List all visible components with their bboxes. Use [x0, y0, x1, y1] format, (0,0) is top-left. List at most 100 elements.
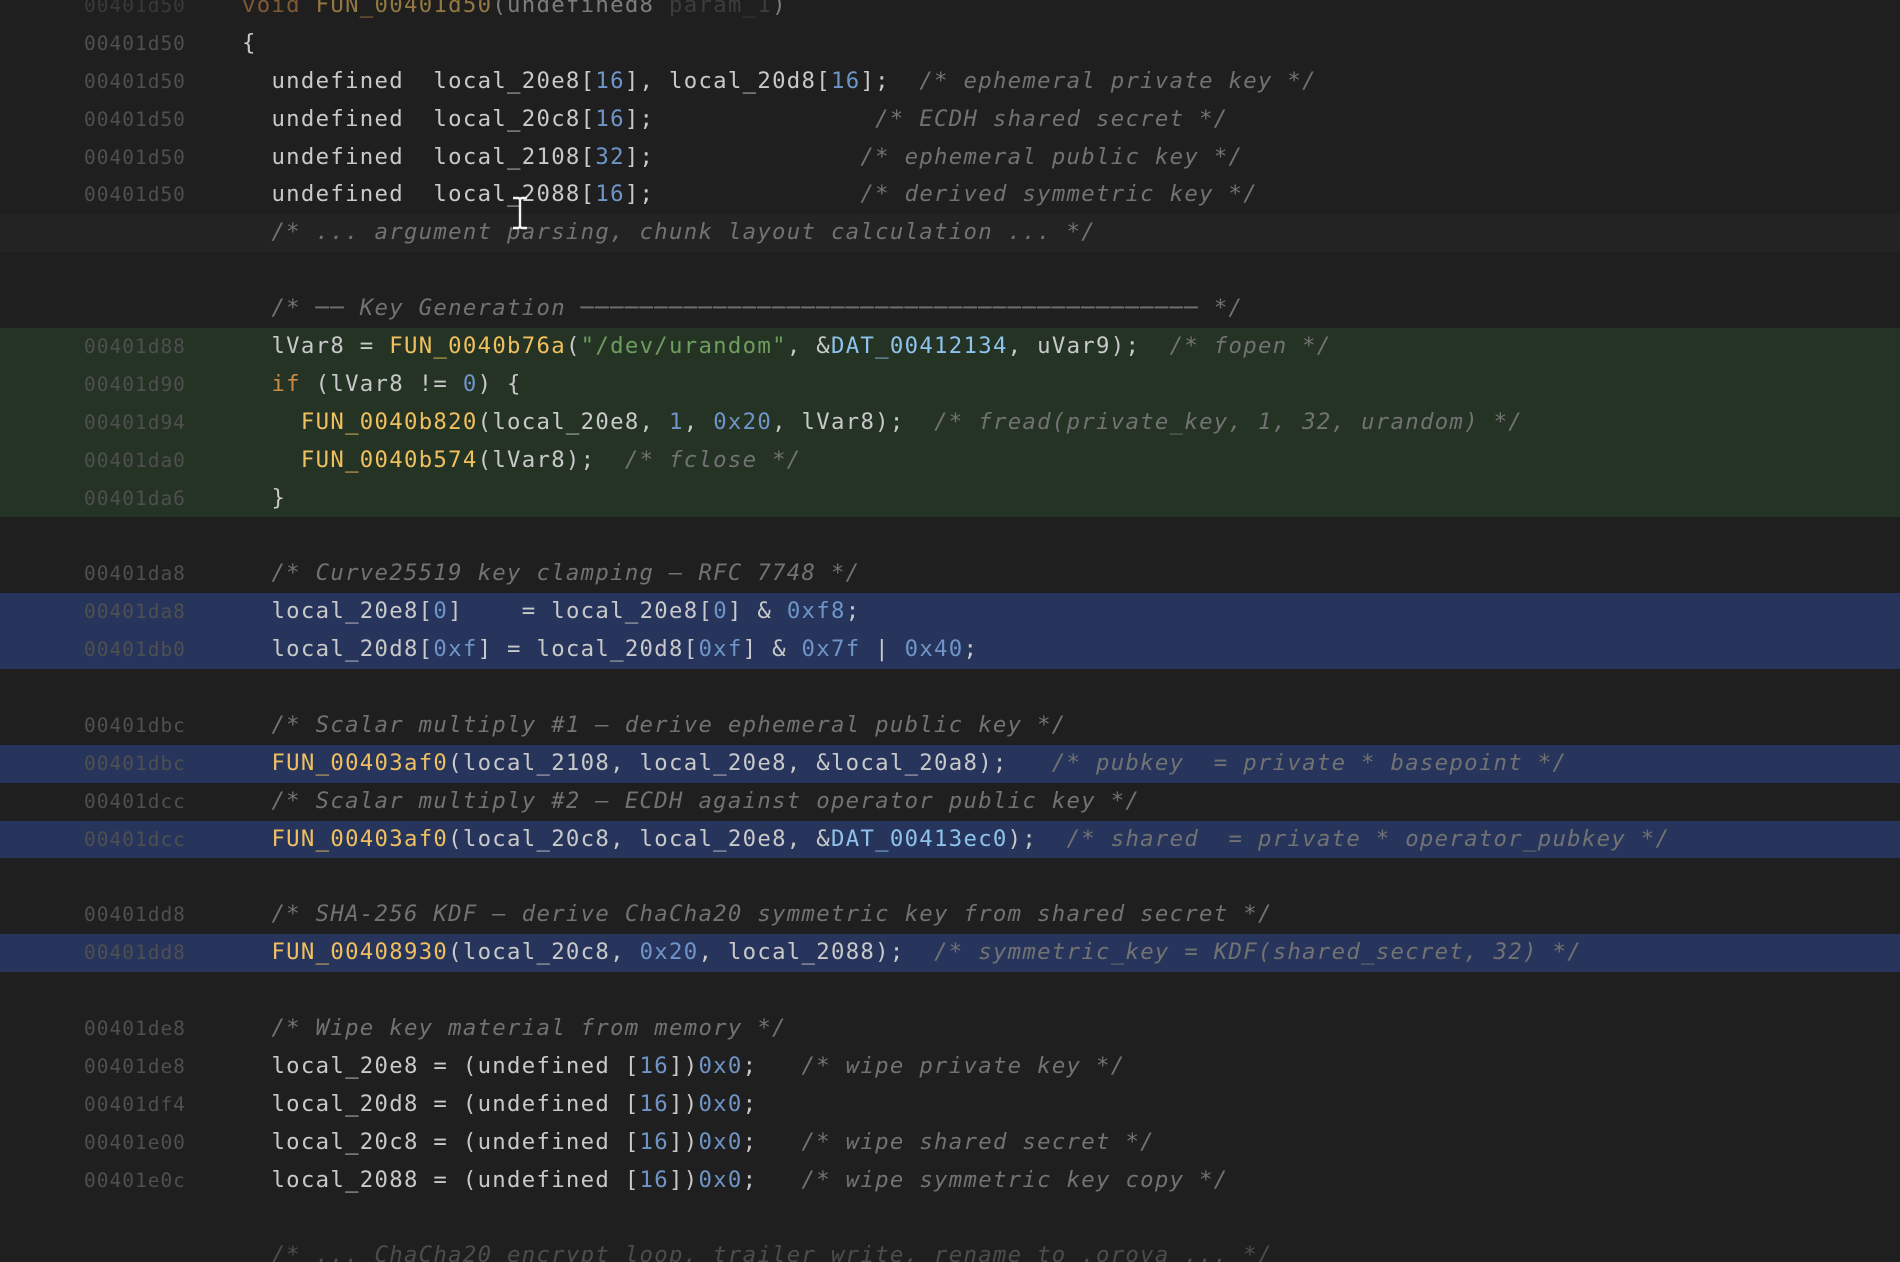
highlighted-code-line[interactable]: 00401dd8 FUN_00408930(local_20c8, 0x20, … — [0, 934, 1900, 973]
code-line[interactable]: 00401de8 /* Wipe key material from memor… — [0, 1010, 1900, 1048]
code-token: , — [683, 408, 714, 435]
code-token: (local_20e8, — [477, 408, 670, 435]
code-line[interactable]: 00401df4 local_20d8 = (undefined [16])0x… — [0, 1086, 1900, 1124]
code-token: ]) — [669, 1090, 699, 1117]
line-address: 00401e0c — [84, 1168, 186, 1192]
highlighted-code-line[interactable]: /* ... argument parsing, chunk layout ca… — [0, 214, 1900, 253]
code-line[interactable] — [0, 517, 1900, 555]
code-line[interactable]: /* ... ChaCha20 encrypt loop, trailer wr… — [0, 1237, 1900, 1262]
function-name-token[interactable]: FUN_0040b820 — [301, 409, 478, 435]
line-address: 00401da0 — [84, 448, 186, 472]
code-token: ]) — [669, 1052, 699, 1079]
comment-token: /* symmetric_key = KDF(shared_secret, 32… — [934, 939, 1582, 966]
number-token: 16 — [595, 67, 625, 94]
code-line[interactable]: 00401de8 local_20e8 = (undefined [16])0x… — [0, 1048, 1900, 1086]
highlighted-code-line[interactable]: 00401da0 FUN_0040b574(lVar8); /* fclose … — [0, 441, 1900, 480]
line-address: 00401e00 — [84, 1130, 186, 1154]
line-code: lVar8 = FUN_0040b76a("/dev/urandom", &DA… — [242, 328, 1332, 366]
highlighted-code-line[interactable]: 00401db0 local_20d8[0xf] = local_20d8[0x… — [0, 631, 1900, 670]
data-reference-token[interactable]: DAT_00413ec0 — [831, 826, 1008, 852]
function-name-token[interactable]: FUN_0040b76a — [389, 333, 566, 359]
highlighted-code-line[interactable]: 00401d94 FUN_0040b820(local_20e8, 1, 0x2… — [0, 403, 1900, 442]
number-token: 16 — [595, 181, 625, 208]
line-code: /* ... ChaCha20 encrypt loop, trailer wr… — [242, 1237, 1273, 1262]
code-line[interactable] — [0, 1200, 1900, 1238]
code-line[interactable]: 00401d50 undefined local_2088[16]; /* de… — [0, 176, 1900, 214]
decompiler-view[interactable]: 00401d50 void FUN_00401d50(undefined8 par… — [0, 0, 1900, 1262]
keyword-token: void — [242, 0, 316, 18]
number-token: 0x7f — [801, 636, 861, 663]
line-address: 00401d88 — [84, 335, 186, 359]
code-token: ] & — [742, 636, 802, 663]
line-code: FUN_0040b820(local_20e8, 1, 0x20, lVar8)… — [242, 404, 1523, 442]
code-line[interactable]: 00401d50 undefined local_20e8[16], local… — [0, 63, 1900, 101]
function-name-token[interactable]: FUN_0040b574 — [301, 447, 478, 473]
line-address: 00401dcc — [84, 789, 186, 813]
code-token: ; — [845, 598, 861, 625]
function-name-token[interactable]: FUN_00403af0 — [271, 826, 448, 852]
comment-token: /* ── Key Generation ───────────────────… — [242, 295, 1244, 322]
code-token: ] = local_20d8[ — [477, 636, 699, 663]
line-address: 00401de8 — [84, 1017, 186, 1041]
highlighted-code-line[interactable]: 00401da6 } — [0, 479, 1900, 518]
function-name-token[interactable]: FUN_00403af0 — [271, 750, 448, 776]
punctuation-token: { — [242, 29, 257, 56]
highlighted-code-line[interactable]: 00401da8 local_20e8[0] = local_20e8[0] &… — [0, 593, 1900, 632]
line-code: undefined local_2108[32]; /* ephemeral p… — [242, 139, 1243, 177]
line-address: 00401da8 — [84, 600, 186, 624]
number-token: 0x40 — [904, 636, 964, 663]
comment-token: /* ECDH shared secret */ — [875, 105, 1229, 132]
comment-token: /* derived symmetric key */ — [860, 181, 1258, 208]
code-line[interactable]: 00401dd8 /* SHA-256 KDF — derive ChaCha2… — [0, 896, 1900, 934]
code-line[interactable]: 00401dcc /* Scalar multiply #2 — ECDH ag… — [0, 783, 1900, 821]
function-name-token[interactable]: FUN_00408930 — [271, 939, 448, 965]
number-token: 0x0 — [698, 1128, 743, 1155]
code-line[interactable] — [0, 972, 1900, 1010]
number-token: 0x0 — [698, 1090, 743, 1117]
number-token: 0 — [462, 370, 478, 397]
code-line[interactable]: 00401d50 undefined local_20c8[16]; /* EC… — [0, 101, 1900, 139]
line-code: /* ... argument parsing, chunk layout ca… — [242, 214, 1096, 252]
code-token: (undefined8 — [492, 0, 669, 18]
code-token: ]; — [860, 67, 920, 94]
highlighted-code-line[interactable]: 00401dbc FUN_00403af0(local_2108, local_… — [0, 744, 1900, 783]
code-line[interactable] — [0, 669, 1900, 707]
highlighted-code-line[interactable]: 00401dcc FUN_00403af0(local_20c8, local_… — [0, 820, 1900, 859]
line-address: 00401dd8 — [84, 941, 186, 965]
function-name-token[interactable]: FUN_00401d50 — [316, 0, 493, 18]
code-line[interactable] — [0, 252, 1900, 290]
line-address: 00401dd8 — [84, 903, 186, 927]
comment-token: /* ... argument parsing, chunk layout ca… — [242, 219, 1096, 246]
comment-token: /* ephemeral private key */ — [919, 67, 1317, 94]
code-line[interactable]: 00401dbc /* Scalar multiply #1 — derive … — [0, 707, 1900, 745]
code-token: , lVar8); — [772, 408, 935, 435]
code-line[interactable]: 00401d50 void FUN_00401d50(undefined8 par… — [0, 0, 1900, 25]
code-token: , local_2088); — [698, 939, 935, 966]
code-token: (lVar8); — [477, 446, 625, 473]
highlighted-code-line[interactable]: 00401d88 lVar8 = FUN_0040b76a("/dev/uran… — [0, 328, 1900, 366]
number-token: 0x20 — [639, 939, 699, 966]
code-token: } — [242, 484, 287, 511]
code-token: ]; — [624, 181, 861, 208]
code-token: ; — [742, 1166, 802, 1193]
code-token: ) { — [477, 370, 522, 397]
code-line[interactable]: 00401d50 undefined local_2108[32]; /* ep… — [0, 139, 1900, 177]
code-token: (local_20c8, — [448, 939, 640, 966]
code-line[interactable]: 00401da8 /* Curve25519 key clamping — RF… — [0, 555, 1900, 593]
line-code: /* SHA-256 KDF — derive ChaCha20 symmetr… — [242, 896, 1273, 934]
line-address: 00401df4 — [84, 1092, 186, 1116]
code-line[interactable]: /* ── Key Generation ───────────────────… — [0, 290, 1900, 328]
comment-token: /* fopen */ — [1169, 333, 1332, 360]
data-reference-token[interactable]: DAT_00412134 — [831, 333, 1008, 359]
code-line[interactable]: 00401e00 local_20c8 = (undefined [16])0x… — [0, 1124, 1900, 1162]
code-line[interactable] — [0, 858, 1900, 896]
code-line[interactable]: 00401e0c local_2088 = (undefined [16])0x… — [0, 1162, 1900, 1200]
number-token: 16 — [595, 105, 625, 132]
code-listing[interactable]: 00401d50 void FUN_00401d50(undefined8 par… — [0, 0, 1900, 1262]
code-line[interactable]: 00401d50 { — [0, 25, 1900, 63]
line-code: if (lVar8 != 0) { — [242, 366, 522, 404]
highlighted-code-line[interactable]: 00401d90 if (lVar8 != 0) { — [0, 365, 1900, 404]
